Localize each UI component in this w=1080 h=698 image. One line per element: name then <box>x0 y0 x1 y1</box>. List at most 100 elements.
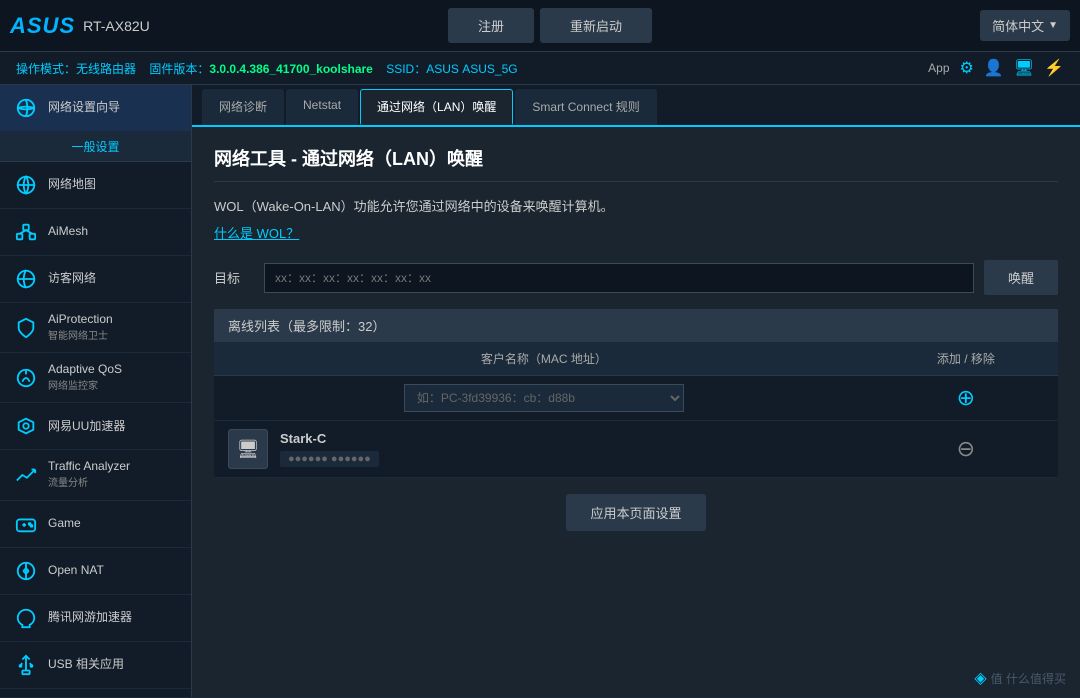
sidebar-item-aiprotection[interactable]: AiProtection智能网络卫士 <box>0 303 191 353</box>
sidebar-section-general: 一般设置 <box>0 132 191 162</box>
watermark-icon: ◈ <box>974 668 986 688</box>
lang-button[interactable]: 简体中文 <box>980 10 1070 41</box>
logo-area: ASUS RT-AX82U <box>10 13 210 39</box>
globe-setup-icon <box>12 94 40 122</box>
col-client-header: 客户名称（MAC 地址） <box>214 342 874 376</box>
col-action-header: 添加 / 移除 <box>874 342 1058 376</box>
sidebar-item-qos[interactable]: Adaptive QoS网络监控家 <box>0 353 191 403</box>
add-button[interactable]: ⊕ <box>888 387 1044 409</box>
top-right: 简体中文 <box>890 10 1070 41</box>
register-button[interactable]: 注册 <box>448 8 534 43</box>
table-row-device: 🖥 Stark-C ●●●●●● ●●●●●● ⊖ <box>214 421 1058 478</box>
device-icon: 🖥 <box>228 429 268 469</box>
device-mac: ●●●●●● ●●●●●● <box>280 451 379 467</box>
top-bar: ASUS RT-AX82U 注册 重新启动 简体中文 <box>0 0 1080 52</box>
usb-icon[interactable]: ⚡ <box>1044 58 1064 78</box>
mac-select-cell: 如：PC-3fd39936：cb：d88b <box>214 376 874 421</box>
sidebar-item-guest[interactable]: 访客网络 <box>0 256 191 303</box>
user-icon[interactable]: 👤 <box>984 58 1004 78</box>
sidebar-item-traffic[interactable]: Traffic Analyzer流量分析 <box>0 450 191 500</box>
add-cell: ⊕ <box>874 376 1058 421</box>
watermark-text: 值 什么值得买 <box>991 670 1066 687</box>
offline-list-header: 离线列表（最多限制：32） <box>214 309 1058 342</box>
tab-wol[interactable]: 通过网络（LAN）唤醒 <box>360 89 513 125</box>
sidebar-item-guest-label: 访客网络 <box>48 271 96 287</box>
device-name: Stark-C <box>280 431 379 446</box>
sidebar-item-network-map[interactable]: 网络地图 <box>0 162 191 209</box>
page-title: 网络工具 - 通过网络（LAN）唤醒 <box>214 145 1058 182</box>
sidebar-item-uu[interactable]: 网易UU加速器 <box>0 403 191 450</box>
device-cell: 🖥 Stark-C ●●●●●● ●●●●●● <box>214 421 874 478</box>
remove-button[interactable]: ⊖ <box>888 438 1044 460</box>
nat-icon <box>12 557 40 585</box>
ssid-value: ASUS <box>426 62 459 76</box>
target-label: 目标 <box>214 268 254 287</box>
usb-sidebar-icon <box>12 651 40 679</box>
main-layout: 网络设置向导 一般设置 网络地图 AiMesh 访客网络 AiProtectio <box>0 85 1080 697</box>
sidebar-item-tencent[interactable]: 腾讯网游加速器 <box>0 595 191 642</box>
mac-select[interactable]: 如：PC-3fd39936：cb：d88b <box>404 384 684 412</box>
sidebar-item-traffic-label: Traffic Analyzer流量分析 <box>48 459 130 490</box>
sidebar-item-game-label: Game <box>48 516 81 532</box>
gear-icon[interactable]: ⚙ <box>960 58 974 78</box>
tab-netstat[interactable]: Netstat <box>286 89 358 125</box>
wol-link-prefix: 什么是 <box>214 226 257 241</box>
sidebar-item-aimesh[interactable]: AiMesh <box>0 209 191 256</box>
wake-button[interactable]: 唤醒 <box>984 260 1058 295</box>
sidebar-item-aicloud[interactable]: AiCloud 2.0个人云 2.0 应用 <box>0 689 191 697</box>
wol-link-text[interactable]: WOL <box>257 226 287 241</box>
game-icon <box>12 510 40 538</box>
status-icons: App ⚙ 👤 🖥 ⚡ <box>928 58 1064 78</box>
monitor-icon[interactable]: 🖥 <box>1014 58 1034 78</box>
target-row: 目标 唤醒 <box>214 260 1058 295</box>
wol-description: WOL（Wake-On-LAN）功能允许您通过网络中的设备来唤醒计算机。 <box>214 196 1058 215</box>
ssid2-value: ASUS_5G <box>462 62 517 76</box>
guest-icon <box>12 265 40 293</box>
tab-diagnostics[interactable]: 网络诊断 <box>202 89 284 125</box>
sidebar-item-network-map-label: 网络地图 <box>48 177 96 193</box>
top-nav: 注册 重新启动 <box>210 8 890 43</box>
mode-value: 无线路由器 <box>76 62 136 76</box>
tencent-icon <box>12 604 40 632</box>
wol-link-suffix: ？ <box>286 226 299 241</box>
page-content: 网络工具 - 通过网络（LAN）唤醒 WOL（Wake-On-LAN）功能允许您… <box>192 127 1080 697</box>
status-info: 操作模式：无线路由器 固件版本：3.0.0.4.386_41700_koolsh… <box>16 60 518 77</box>
sidebar-item-nat[interactable]: Open NAT <box>0 548 191 595</box>
logo: ASUS <box>10 13 75 39</box>
qos-icon <box>12 364 40 392</box>
app-label: App <box>928 61 949 75</box>
content-area: 网络诊断 Netstat 通过网络（LAN）唤醒 Smart Connect 规… <box>192 85 1080 697</box>
offline-table: 客户名称（MAC 地址） 添加 / 移除 如：PC-3fd39936：cb：d8… <box>214 342 1058 478</box>
model: RT-AX82U <box>83 18 150 34</box>
table-row-add: 如：PC-3fd39936：cb：d88b ⊕ <box>214 376 1058 421</box>
fw-value: 3.0.0.4.386_41700_koolshare <box>209 62 372 76</box>
tab-smart-connect[interactable]: Smart Connect 规则 <box>515 89 656 125</box>
wol-link-row: 什么是 WOL？ <box>214 223 1058 242</box>
sidebar-item-aimesh-label: AiMesh <box>48 224 88 240</box>
sidebar-item-setup-label: 网络设置向导 <box>48 100 120 116</box>
shield-icon <box>12 314 40 342</box>
mode-label: 操作模式： <box>16 62 76 76</box>
target-input[interactable] <box>264 263 974 293</box>
apply-row: 应用本页面设置 <box>214 494 1058 531</box>
sidebar: 网络设置向导 一般设置 网络地图 AiMesh 访客网络 AiProtectio <box>0 85 192 697</box>
traffic-icon <box>12 461 40 489</box>
sidebar-item-setup[interactable]: 网络设置向导 <box>0 85 191 132</box>
device-details: Stark-C ●●●●●● ●●●●●● <box>280 431 379 467</box>
sidebar-item-qos-label: Adaptive QoS网络监控家 <box>48 362 122 393</box>
device-info: 🖥 Stark-C ●●●●●● ●●●●●● <box>228 429 860 469</box>
sidebar-item-tencent-label: 腾讯网游加速器 <box>48 610 132 626</box>
reboot-button[interactable]: 重新启动 <box>540 8 652 43</box>
network-map-icon <box>12 171 40 199</box>
ssid-label: SSID： <box>386 62 426 76</box>
sidebar-item-game[interactable]: Game <box>0 501 191 548</box>
sidebar-item-aiprotection-label: AiProtection智能网络卫士 <box>48 312 113 343</box>
apply-button[interactable]: 应用本页面设置 <box>566 494 705 531</box>
sidebar-item-nat-label: Open NAT <box>48 563 104 579</box>
sidebar-item-usb-label: USB 相关应用 <box>48 657 124 673</box>
uu-icon <box>12 412 40 440</box>
watermark: ◈ 值 什么值得买 <box>974 668 1066 688</box>
aimesh-icon <box>12 218 40 246</box>
sidebar-item-usb[interactable]: USB 相关应用 <box>0 642 191 689</box>
status-bar: 操作模式：无线路由器 固件版本：3.0.0.4.386_41700_koolsh… <box>0 52 1080 85</box>
